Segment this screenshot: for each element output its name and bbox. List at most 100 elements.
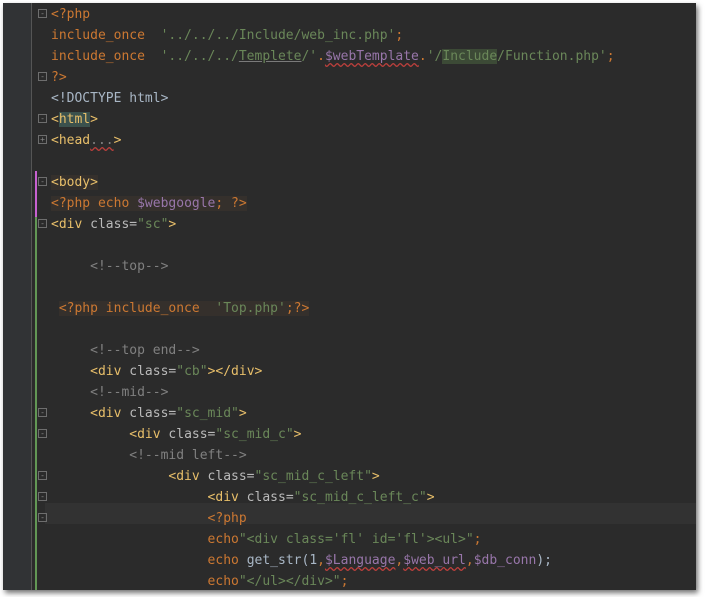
code-token: "<div class='fl' id='fl'><ul>" — [238, 532, 474, 547]
code-token: $webgoogle — [137, 196, 216, 211]
code-line[interactable]: <?php — [51, 4, 90, 25]
code-token: > — [113, 133, 122, 148]
code-line[interactable]: <div class="cb"></div> — [51, 361, 262, 382]
code-token: ; — [340, 574, 349, 589]
code-token: $db_conn — [473, 553, 537, 568]
code-token: 1 — [309, 553, 318, 568]
code-token: ; — [395, 28, 404, 43]
code-line[interactable]: echo"</ul></div>"; — [51, 571, 349, 590]
vcs-change-marker — [35, 171, 37, 590]
fold-collapse-icon[interactable]: - — [38, 219, 47, 228]
code-token: "sc_mid" — [176, 406, 239, 421]
code-token: "</ul></div>" — [238, 574, 341, 589]
code-token: class= — [121, 406, 177, 421]
code-token: "sc_mid_c_left_c" — [293, 490, 427, 505]
code-line[interactable]: <?php echo $webgoogle; ?> — [51, 193, 247, 214]
fold-collapse-icon[interactable]: - — [38, 429, 47, 438]
code-token: Include — [442, 49, 498, 64]
code-line[interactable]: ?> — [51, 67, 67, 88]
code-token: "cb" — [176, 364, 208, 379]
code-token: <!DOCTYPE html> — [51, 91, 169, 106]
code-line[interactable]: <div class="sc_mid_c"> — [51, 424, 302, 445]
code-token: <?php — [207, 511, 247, 526]
code-token: ?> — [231, 196, 247, 211]
fold-expand-icon[interactable]: + — [38, 135, 47, 144]
code-token: '../../../Include/web_inc.php' — [160, 28, 396, 43]
code-token: , — [317, 553, 325, 568]
code-token: > — [293, 427, 302, 442]
code-token: <div — [207, 490, 239, 505]
fold-end-icon[interactable]: - — [38, 72, 47, 81]
code-token: /Function.php' — [497, 49, 607, 64]
code-token: class= — [199, 469, 255, 484]
fold-collapse-icon[interactable]: - — [38, 9, 47, 18]
code-token: class= — [82, 217, 138, 232]
code-token: < — [51, 112, 59, 127]
code-line[interactable]: <!DOCTYPE html> — [51, 88, 168, 109]
fold-collapse-icon[interactable]: - — [38, 114, 47, 123]
code-token: include_once — [51, 49, 145, 64]
code-token: ; — [473, 532, 482, 547]
code-token: class= — [121, 364, 177, 379]
code-token: ; — [285, 301, 294, 316]
code-token: ?> — [51, 70, 67, 85]
code-line[interactable]: <head...> — [51, 130, 121, 151]
code-line[interactable]: <?php — [51, 508, 247, 529]
code-line[interactable]: <div class="sc_mid"> — [51, 403, 247, 424]
code-token: <div — [90, 406, 122, 421]
code-token: . — [418, 49, 427, 64]
code-token: echo — [90, 196, 138, 211]
code-line[interactable]: <!--mid left--> — [51, 445, 247, 466]
code-line[interactable]: <?php include_once 'Top.php';?> — [51, 298, 310, 319]
code-token: <div — [90, 364, 122, 379]
code-token: '../../../ — [160, 49, 239, 64]
code-token: 'Top.php' — [215, 301, 286, 316]
code-token: <!--mid--> — [90, 385, 169, 400]
fold-collapse-icon[interactable]: - — [38, 177, 47, 186]
code-token: ; — [215, 196, 232, 211]
code-line[interactable]: include_once '../../../Templete/'.$webTe… — [51, 46, 615, 67]
code-token: <?php — [58, 301, 98, 316]
code-line[interactable]: echo get_str(1,$Language,$web_url,$db_co… — [51, 550, 552, 571]
code-token: , — [465, 553, 474, 568]
code-token: ?> — [293, 301, 310, 316]
code-token: ></div> — [207, 364, 263, 379]
code-token: get_str — [246, 553, 302, 568]
code-line[interactable]: <div class="sc_mid_c_left"> — [51, 466, 380, 487]
fold-collapse-icon[interactable]: - — [38, 513, 47, 522]
code-line[interactable]: <div class="sc_mid_c_left_c"> — [51, 487, 435, 508]
code-token: "sc_mid_c" — [215, 427, 294, 442]
code-token: <?php — [51, 7, 91, 22]
fold-collapse-icon[interactable]: - — [38, 492, 47, 501]
code-line[interactable]: include_once '../../../Include/web_inc.p… — [51, 25, 403, 46]
fold-collapse-icon[interactable]: - — [38, 408, 47, 417]
code-token: > — [371, 469, 380, 484]
code-token: $Language — [324, 553, 396, 568]
code-line[interactable]: echo"<div class='fl' id='fl'><ul>"; — [51, 529, 482, 550]
code-line[interactable]: <!--top--> — [51, 256, 168, 277]
code-token: > — [168, 217, 177, 232]
code-line[interactable]: <!--mid--> — [51, 382, 168, 403]
code-token: <body> — [51, 175, 98, 190]
code-editor[interactable]: - - - + - - - - - - - <?php include_once … — [3, 3, 696, 590]
fold-collapse-icon[interactable]: - — [38, 471, 47, 480]
code-line[interactable]: <body> — [51, 172, 98, 193]
code-token: include_once — [97, 301, 216, 316]
code-line[interactable]: <!--top end--> — [51, 340, 200, 361]
editor-gutter[interactable] — [3, 3, 31, 590]
code-line[interactable]: <html> — [51, 109, 98, 130]
vcs-change-marker-modified — [35, 171, 37, 217]
code-token: class= — [238, 490, 294, 505]
code-line[interactable]: <div class="sc"> — [51, 214, 176, 235]
code-token: ); — [536, 553, 552, 568]
code-token: html — [58, 112, 91, 127]
code-token: <!--mid left--> — [129, 448, 247, 463]
code-token: $webTemplate — [324, 49, 419, 64]
